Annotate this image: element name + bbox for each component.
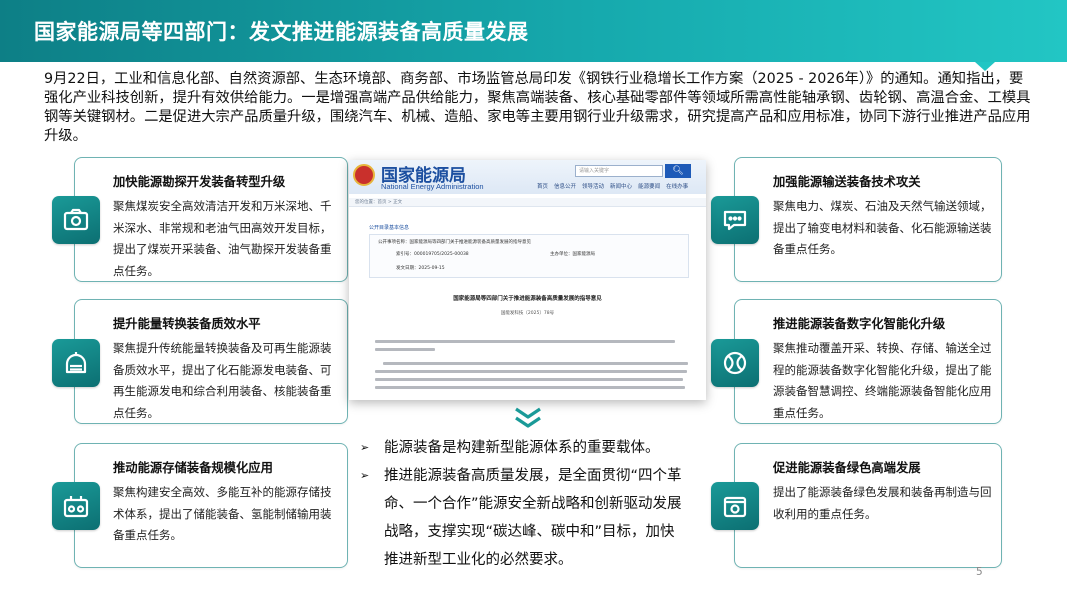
card-title: 推动能源存储装备规模化应用 (113, 461, 273, 475)
doc-nav: 首页 信息公开 领导活动 新闻中心 能源要闻 在线办事 (537, 182, 688, 190)
intro-paragraph: 9月22日，工业和信息化部、自然资源部、生态环境部、商务部、市场监管总局印发《钢… (44, 71, 1031, 144)
card-text: 聚焦煤炭安全高效清洁开发和万米深地、千米深水、非常规和老油气田高效开发目标，提出… (113, 199, 332, 278)
frame-icon (711, 482, 759, 530)
arrow-bullet-icon: ➢ (360, 441, 370, 454)
card-text: 聚焦推动覆盖开采、转换、存储、输送全过程的能源装备数字化智能化升级，提出了能源装… (773, 341, 992, 420)
doc-nav-item: 信息公开 (554, 184, 577, 190)
national-emblem-icon (353, 164, 375, 186)
double-chevron-down-icon (515, 407, 541, 428)
bullet-item: ➢ 能源装备是构建新型能源体系的重要载体。 (358, 434, 688, 462)
arrow-bullet-icon: ➢ (360, 469, 370, 482)
card-title: 加强能源输送装备技术攻关 (773, 175, 921, 189)
card-text: 提出了能源装备绿色发展和装备再制造与回收利用的重点任务。 (773, 485, 992, 521)
page-number: 5 (976, 566, 983, 578)
left-card-3: 推动能源存储装备规模化应用 聚焦构建安全高效、多能互补的能源存储技术体系，提出了… (74, 443, 348, 568)
doc-nav-item: 能源要闻 (638, 184, 661, 190)
doc-info-table: 公开事项名称：国家能源局等四部门关于推进能源装备高质量发展的指导意见 索引号：0… (369, 234, 689, 278)
doc-nav-item: 新闻中心 (610, 184, 633, 190)
bullet-text: 推进能源装备高质量发展，是全面贯彻“四个革命、一个合作”能源安全新战略和创新驱动… (384, 468, 682, 568)
doc-nav-item: 在线办事 (666, 184, 689, 190)
doc-info-title: 公开目录基本信息 (369, 225, 410, 231)
page-title: 国家能源局等四部门：发文推进能源装备高质量发展 (34, 20, 529, 44)
bullet-list: ➢ 能源装备是构建新型能源体系的重要载体。 ➢ 推进能源装备高质量发展，是全面贯… (358, 434, 688, 574)
right-card-1: 加强能源输送装备技术攻关 聚焦电力、煤炭、石油及天然气输送领域，提出了输变电材料… (734, 157, 1002, 282)
bullet-text: 能源装备是构建新型能源体系的重要载体。 (384, 440, 660, 456)
header-bar: 国家能源局等四部门：发文推进能源装备高质量发展 (0, 0, 1067, 62)
doc-number: 国能发科技〔2025〕78号 (500, 311, 555, 316)
doc-text-line (375, 348, 435, 351)
card-title: 加快能源勘探开发装备转型升级 (113, 175, 286, 189)
card-title: 促进能源装备绿色高端发展 (773, 461, 921, 475)
doc-info-row: 公开事项名称：国家能源局等四部门关于推进能源装备高质量发展的指导意见 (378, 240, 531, 245)
doc-text-line (375, 386, 685, 389)
camera-icon (52, 196, 100, 244)
doc-text-line (383, 362, 688, 365)
doc-breadcrumb: 您的位置：首页 > 正文 (349, 198, 706, 207)
card-text: 聚焦构建安全高效、多能互补的能源存储技术体系，提出了储能装备、氢能制储输用装备重… (113, 485, 332, 542)
dome-icon (52, 339, 100, 387)
ball-icon (711, 339, 759, 387)
document-screenshot: 国家能源局 National Energy Administration 请输入… (349, 160, 706, 400)
doc-info-row: 发文日期：2025-09-15 (396, 266, 445, 271)
doc-heading: 国家能源局等四部门关于推进能源装备高质量发展的指导意见 (453, 296, 602, 302)
left-card-1: 加快能源勘探开发装备转型升级 聚焦煤炭安全高效清洁开发和万米深地、千米深水、非常… (74, 157, 348, 282)
card-title: 推进能源装备数字化智能化升级 (773, 317, 946, 331)
right-card-2: 推进能源装备数字化智能化升级 聚焦推动覆盖开采、转换、存储、输送全过程的能源装备… (734, 299, 1002, 424)
search-icon: 🔍︎ (665, 164, 691, 178)
card-title: 提升能量转换装备质效水平 (113, 317, 261, 331)
doc-text-line (375, 370, 687, 373)
bullet-item: ➢ 推进能源装备高质量发展，是全面贯彻“四个革命、一个合作”能源安全新战略和创新… (358, 462, 688, 574)
card-text: 聚焦电力、煤炭、石油及天然气输送领域，提出了输变电材料和装备、化石能源输送装备重… (773, 199, 992, 256)
doc-text-line (375, 340, 675, 343)
doc-header: 国家能源局 National Energy Administration 请输入… (349, 160, 706, 194)
card-text: 聚焦提升传统能量转换装备及可再生能源装备质效水平，提出了化石能源发电装备、可再生… (113, 341, 332, 420)
radio-icon (52, 482, 100, 530)
doc-info-row: 主办单位：国家能源局 (550, 252, 595, 257)
left-card-2: 提升能量转换装备质效水平 聚焦提升传统能量转换装备及可再生能源装备质效水平，提出… (74, 299, 348, 424)
doc-nav-item: 领导活动 (582, 184, 605, 190)
doc-text-line (375, 378, 683, 381)
doc-info-row: 索引号：000019705/2025-00038 (396, 252, 469, 257)
chat-icon (711, 196, 759, 244)
doc-search-input: 请输入关键字 (575, 165, 663, 177)
right-card-3: 促进能源装备绿色高端发展 提出了能源装备绿色发展和装备再制造与回收利用的重点任务… (734, 443, 1002, 568)
doc-site-name-en: National Energy Administration (381, 182, 484, 191)
doc-nav-item: 首页 (537, 184, 549, 190)
